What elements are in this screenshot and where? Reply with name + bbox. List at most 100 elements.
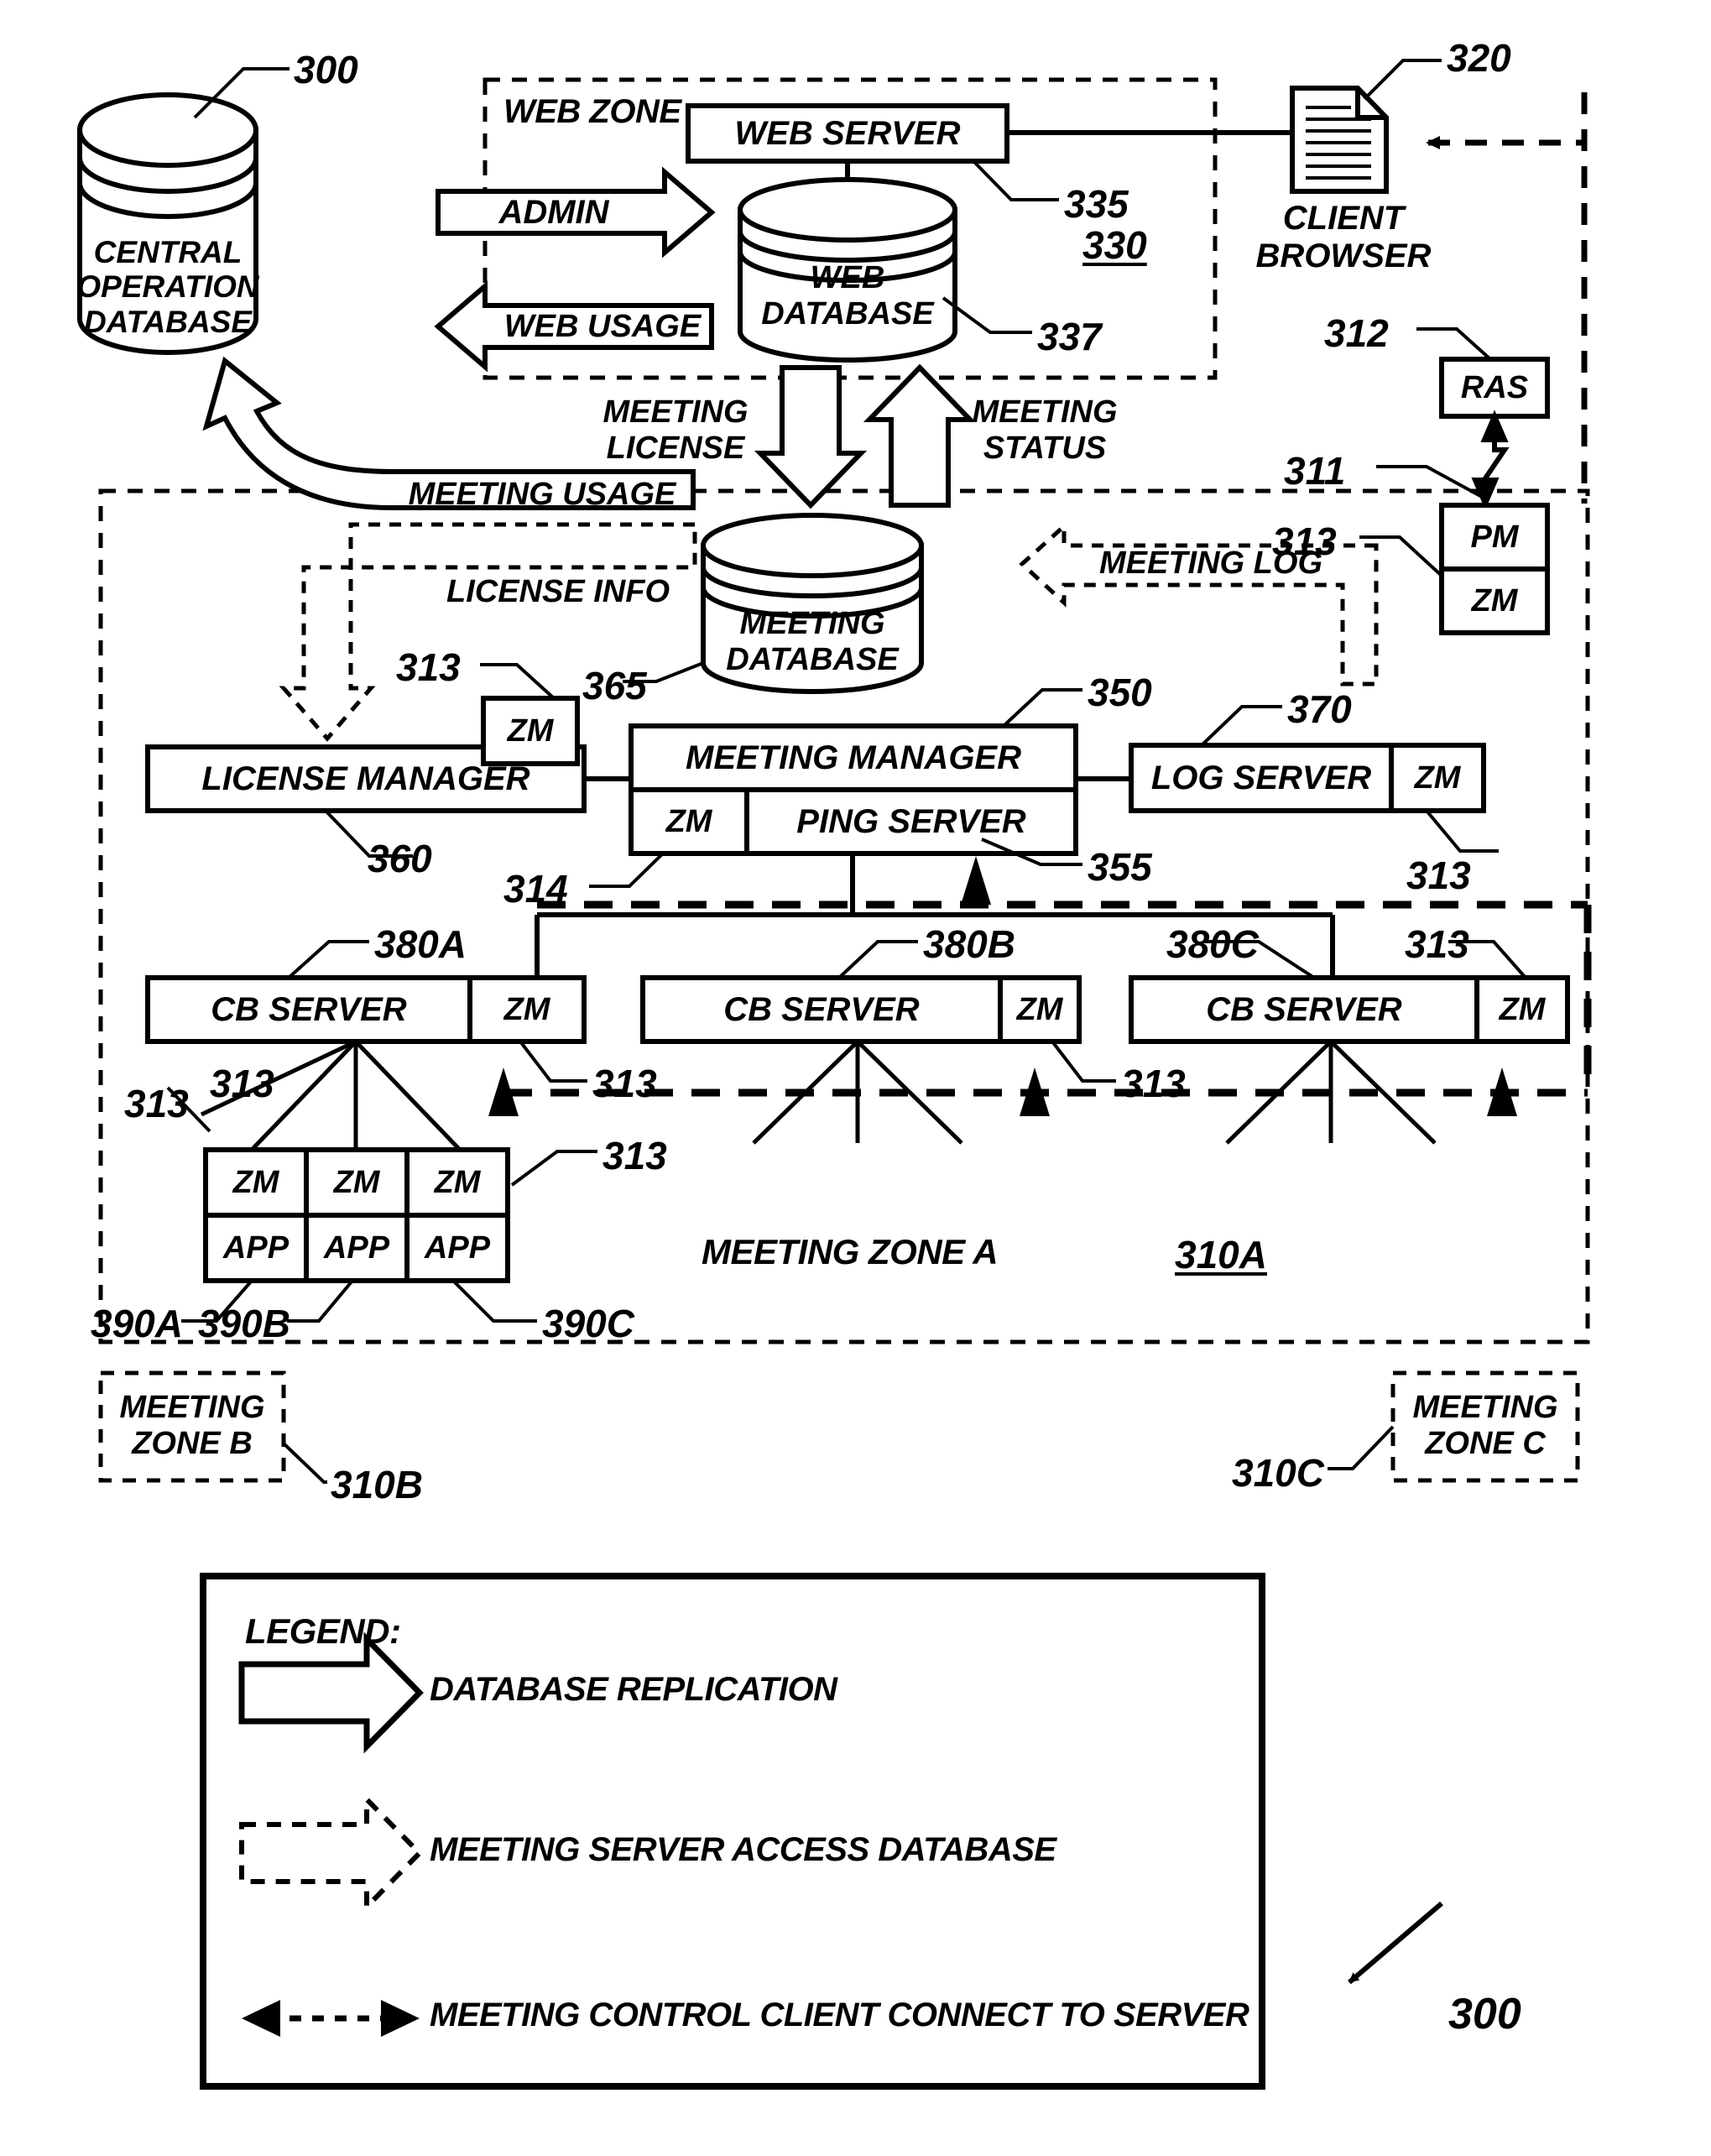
ref-313-clients: 313 bbox=[603, 1134, 667, 1177]
ref-360: 360 bbox=[368, 837, 432, 880]
legend-title: LEGEND: bbox=[245, 1611, 401, 1651]
meeting-db-line1: MEETING bbox=[739, 606, 885, 641]
cb-server-c-label[interactable]: CB SERVER bbox=[1131, 978, 1477, 1041]
ref-390A: 390A bbox=[91, 1302, 183, 1345]
legend-dashed-block-arrow-icon bbox=[239, 1793, 424, 1913]
client-a-app-label[interactable]: APP bbox=[206, 1215, 306, 1281]
leader-313-clients bbox=[510, 1150, 597, 1187]
ref-313-pmzm: 313 bbox=[1272, 519, 1337, 563]
leader-313-logserver bbox=[1425, 809, 1499, 853]
ref-313-logserver: 313 bbox=[1406, 854, 1471, 897]
ras-label[interactable]: RAS bbox=[1442, 359, 1547, 416]
ref-380A: 380A bbox=[374, 922, 467, 966]
meeting-zone-c-label: MEETING ZONE C bbox=[1396, 1390, 1574, 1461]
ping-server-label[interactable]: PING SERVER bbox=[747, 790, 1076, 854]
legend-item-2-text: MEETING SERVER ACCESS DATABASE bbox=[430, 1831, 1056, 1868]
ref-365: 365 bbox=[582, 664, 647, 707]
log-server-label[interactable]: LOG SERVER bbox=[1131, 745, 1391, 811]
ref-311: 311 bbox=[1284, 449, 1346, 493]
meeting-db-line2: DATABASE bbox=[726, 641, 899, 677]
meeting-manager-zm-label[interactable]: ZM bbox=[631, 790, 747, 854]
leader-313-cba bbox=[519, 1040, 587, 1083]
cb-server-c-fanout bbox=[1225, 1040, 1437, 1145]
cb-server-a-label[interactable]: CB SERVER bbox=[148, 978, 470, 1041]
meeting-zone-c-line1: MEETING bbox=[1412, 1390, 1558, 1425]
leader-310B bbox=[282, 1442, 327, 1484]
ref-310B: 310B bbox=[331, 1463, 423, 1506]
client-line1: CLIENT bbox=[1282, 200, 1405, 237]
ref-313-cba: 313 bbox=[592, 1062, 657, 1105]
ref-380B: 380B bbox=[923, 922, 1015, 966]
meeting-status-arrow-label: MEETING STATUS bbox=[948, 394, 1141, 466]
meeting-manager-label[interactable]: MEETING MANAGER bbox=[631, 726, 1076, 790]
leader-337 bbox=[942, 296, 1032, 334]
ref-313-cba-left2: 313 bbox=[210, 1062, 274, 1105]
cb-server-b-label[interactable]: CB SERVER bbox=[643, 978, 1000, 1041]
legend-double-dashed-arrow-icon bbox=[242, 2000, 420, 2037]
client-c-zm-label[interactable]: ZM bbox=[407, 1150, 508, 1215]
web-db-line1: WEB bbox=[810, 260, 885, 295]
legend-block-arrow-icon bbox=[238, 1631, 424, 1754]
leader-380A bbox=[287, 940, 369, 979]
central-db-line2: DATABASE bbox=[83, 304, 253, 339]
meeting-usage-arrow-label: MEETING USAGE bbox=[408, 476, 676, 512]
central-db-line1: CENTRAL OPERATION bbox=[76, 235, 259, 305]
meeting-zone-b-label: MEETING ZONE B bbox=[104, 1390, 280, 1461]
leader-313-lm bbox=[480, 663, 556, 700]
leader-312 bbox=[1416, 327, 1492, 361]
meeting-zone-a-label: MEETING ZONE A bbox=[702, 1232, 999, 1271]
web-db-line2: DATABASE bbox=[761, 295, 934, 331]
ref-300-bottom: 300 bbox=[1448, 1990, 1521, 2039]
client-line2: BROWSER bbox=[1255, 237, 1432, 274]
ref-370: 370 bbox=[1287, 687, 1352, 731]
ref-390B: 390B bbox=[198, 1302, 290, 1345]
meeting-status-line1: MEETING bbox=[972, 394, 1118, 430]
client-a-zm-label[interactable]: ZM bbox=[206, 1150, 306, 1215]
ref-312: 312 bbox=[1324, 311, 1389, 355]
pm-label[interactable]: PM bbox=[1442, 505, 1547, 569]
license-info-arrow-label: LICENSE INFO bbox=[446, 573, 670, 609]
leader-390C bbox=[451, 1279, 537, 1323]
leader-380B bbox=[837, 940, 918, 979]
meeting-license-arrow-label: MEETING LICENSE bbox=[579, 394, 772, 466]
cb-server-b-zm-label[interactable]: ZM bbox=[1000, 978, 1079, 1041]
cb-server-a-zm-label[interactable]: ZM bbox=[470, 978, 584, 1041]
leader-314 bbox=[589, 852, 665, 888]
leader-313-cbb bbox=[1051, 1040, 1116, 1083]
access-arrow-mm bbox=[961, 856, 991, 905]
client-c-app-label[interactable]: APP bbox=[407, 1215, 508, 1281]
ref-310A: 310A bbox=[1175, 1233, 1267, 1276]
meeting-zone-c-line2: ZONE C bbox=[1425, 1425, 1546, 1461]
client-browser-document-lines bbox=[1306, 106, 1371, 180]
license-manager-zm-label[interactable]: ZM bbox=[483, 698, 577, 764]
legend-item-3-text: MEETING CONTROL CLIENT CONNECT TO SERVER bbox=[430, 1997, 1249, 2033]
central-operation-database-label: CENTRAL OPERATION DATABASE bbox=[50, 235, 285, 339]
meeting-status-line2: STATUS bbox=[983, 430, 1107, 466]
meeting-zone-b-line2: ZONE B bbox=[132, 1425, 253, 1461]
ref-313-cbc: 313 bbox=[1405, 922, 1469, 966]
cb-server-c-zm-label[interactable]: ZM bbox=[1477, 978, 1568, 1041]
client-browser-label: CLIENT BROWSER bbox=[1247, 200, 1440, 275]
client-control-dashed-line bbox=[1426, 92, 1588, 149]
leader-335 bbox=[972, 159, 1059, 201]
ref-330: 330 bbox=[1082, 223, 1147, 267]
legend-item-1-text: DATABASE REPLICATION bbox=[430, 1671, 837, 1708]
meeting-license-line2: LICENSE bbox=[606, 430, 745, 466]
leader-390B bbox=[287, 1279, 354, 1323]
client-browser-document-shape bbox=[1290, 86, 1389, 194]
ref-355: 355 bbox=[1088, 845, 1152, 889]
client-b-zm-label[interactable]: ZM bbox=[306, 1150, 407, 1215]
meeting-license-block-arrow bbox=[754, 365, 868, 509]
leader-313-pmzm bbox=[1359, 535, 1443, 577]
ras-pm-lightning-connector bbox=[1471, 410, 1510, 510]
web-server-label[interactable]: WEB SERVER bbox=[688, 106, 1007, 161]
ref-314: 314 bbox=[503, 867, 568, 911]
pm-zm-label[interactable]: ZM bbox=[1442, 569, 1547, 633]
leader-300-top bbox=[193, 67, 290, 119]
figure-ref-arrow bbox=[1348, 1901, 1443, 1985]
meeting-license-line1: MEETING bbox=[603, 394, 749, 430]
log-server-zm-label[interactable]: ZM bbox=[1391, 745, 1484, 811]
ref-350: 350 bbox=[1088, 671, 1152, 714]
patent-figure: CENTRAL OPERATION DATABASE 300 WEB ZONE … bbox=[0, 0, 1711, 2156]
client-b-app-label[interactable]: APP bbox=[306, 1215, 407, 1281]
